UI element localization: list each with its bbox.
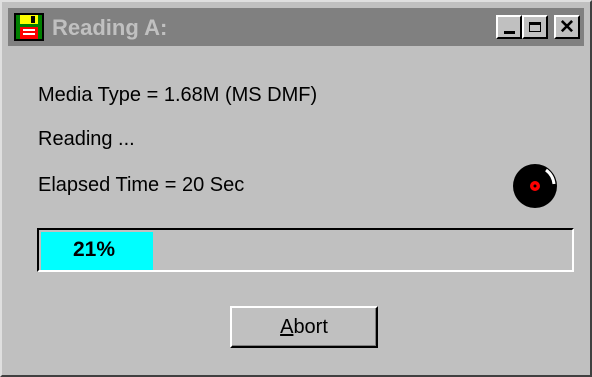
media-type-text: Media Type = 1.68M (MS DMF) xyxy=(38,84,318,106)
maximize-button[interactable] xyxy=(522,15,548,39)
title-bar[interactable]: Reading A: ✕ xyxy=(8,8,584,46)
progress-percent: 21% xyxy=(73,238,116,261)
elapsed-time-text: Elapsed Time = 20 Sec xyxy=(38,174,245,196)
progress-bar: 21% xyxy=(37,228,574,272)
close-icon: ✕ xyxy=(559,16,575,38)
minimize-icon xyxy=(503,30,515,34)
window-title: Reading A: xyxy=(52,15,168,40)
close-button[interactable]: ✕ xyxy=(554,15,580,39)
maximize-icon xyxy=(529,22,541,32)
progress-track: 21% xyxy=(41,232,572,270)
spinning-disk-icon xyxy=(513,164,557,208)
abort-button[interactable]: Abort xyxy=(230,306,378,348)
abort-label-rest: bort xyxy=(293,315,328,338)
activity-text: Reading ... xyxy=(38,128,135,150)
reading-dialog: Reading A: ✕ Media Type = 1.68M (MS DMF)… xyxy=(0,0,592,377)
abort-mnemonic: A xyxy=(280,315,294,338)
floppy-disk-icon xyxy=(14,13,44,41)
minimize-button[interactable] xyxy=(496,15,522,39)
